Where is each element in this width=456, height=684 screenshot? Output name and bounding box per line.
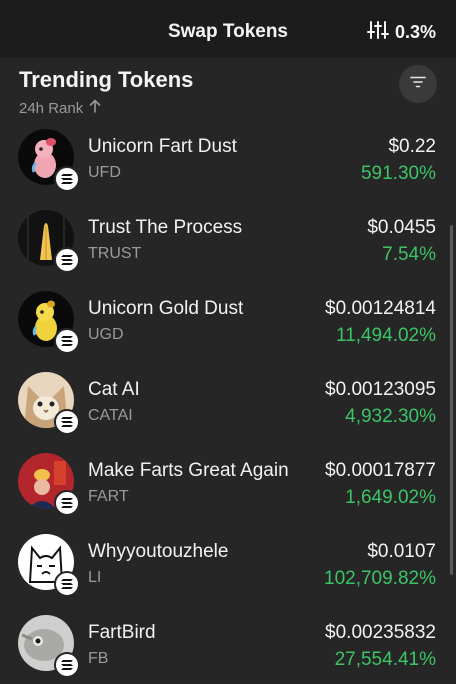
token-name: Trust The Process bbox=[88, 217, 243, 238]
token-name: FartBird bbox=[88, 622, 156, 643]
token-name: Unicorn Fart Dust bbox=[88, 136, 237, 157]
token-change: 7.54% bbox=[382, 244, 436, 265]
filter-icon bbox=[410, 75, 426, 93]
token-name: Unicorn Gold Dust bbox=[88, 298, 244, 319]
token-price: $0.0455 bbox=[367, 217, 436, 238]
token-row-fart[interactable]: Make Farts Great Again FART $0.00017877 … bbox=[0, 441, 456, 522]
token-row-trust[interactable]: Trust The Process TRUST $0.0455 7.54% bbox=[0, 198, 456, 279]
token-symbol: CATAI bbox=[88, 407, 133, 424]
token-symbol: FB bbox=[88, 650, 109, 667]
token-change: 27,554.41% bbox=[334, 649, 436, 670]
token-change: 591.30% bbox=[360, 163, 436, 184]
token-name: Make Farts Great Again bbox=[88, 460, 289, 481]
sort-toggle[interactable]: 24h Rank bbox=[19, 99, 101, 117]
header-bar: Swap Tokens 0.3% bbox=[0, 0, 456, 58]
token-symbol: UGD bbox=[88, 326, 124, 343]
token-price: $0.00124814 bbox=[325, 298, 436, 319]
token-symbol: TRUST bbox=[88, 245, 142, 262]
token-row-ufd[interactable]: Unicorn Fart Dust UFD $0.22 591.30% bbox=[0, 117, 456, 198]
solana-badge-icon bbox=[54, 328, 80, 354]
token-row-fb[interactable]: FartBird FB $0.00235832 27,554.41% bbox=[0, 603, 456, 684]
token-price: $0.0107 bbox=[367, 541, 436, 562]
sliders-icon bbox=[366, 20, 389, 45]
token-row-ugd[interactable]: Unicorn Gold Dust UGD $0.00124814 11,494… bbox=[0, 279, 456, 360]
slippage-settings-button[interactable]: 0.3% bbox=[366, 20, 436, 45]
solana-badge-icon bbox=[54, 571, 80, 597]
solana-badge-icon bbox=[54, 652, 80, 678]
section-title: Trending Tokens bbox=[19, 67, 194, 92]
token-row-li[interactable]: Whyyoutouzhele LI $0.0107 102,709.82% bbox=[0, 522, 456, 603]
slippage-value: 0.3% bbox=[394, 22, 436, 42]
token-name: Whyyoutouzhele bbox=[88, 541, 229, 562]
scrollbar[interactable] bbox=[450, 225, 453, 575]
solana-badge-icon bbox=[54, 166, 80, 192]
solana-badge-icon bbox=[54, 247, 80, 273]
token-price: $0.22 bbox=[388, 136, 436, 157]
token-price: $0.00235832 bbox=[325, 622, 436, 643]
token-symbol: UFD bbox=[88, 164, 121, 181]
token-change: 11,494.02% bbox=[335, 325, 436, 346]
token-change: 4,932.30% bbox=[345, 406, 436, 427]
token-symbol: LI bbox=[88, 569, 102, 586]
token-name: Cat AI bbox=[88, 379, 140, 400]
sort-label: 24h Rank bbox=[19, 99, 84, 117]
token-price: $0.00017877 bbox=[325, 460, 436, 481]
token-row-catai[interactable]: Cat AI CATAI $0.00123095 4,932.30% bbox=[0, 360, 456, 441]
arrow-up-icon bbox=[89, 99, 101, 117]
token-change: 102,709.82% bbox=[324, 568, 436, 589]
solana-badge-icon bbox=[54, 409, 80, 435]
solana-badge-icon bbox=[54, 490, 80, 516]
token-price: $0.00123095 bbox=[325, 379, 436, 400]
token-change: 1,649.02% bbox=[345, 487, 436, 508]
token-list: Unicorn Fart Dust UFD $0.22 591.30% Trus… bbox=[0, 117, 456, 684]
token-symbol: FART bbox=[88, 488, 129, 505]
filter-button[interactable] bbox=[399, 65, 437, 103]
